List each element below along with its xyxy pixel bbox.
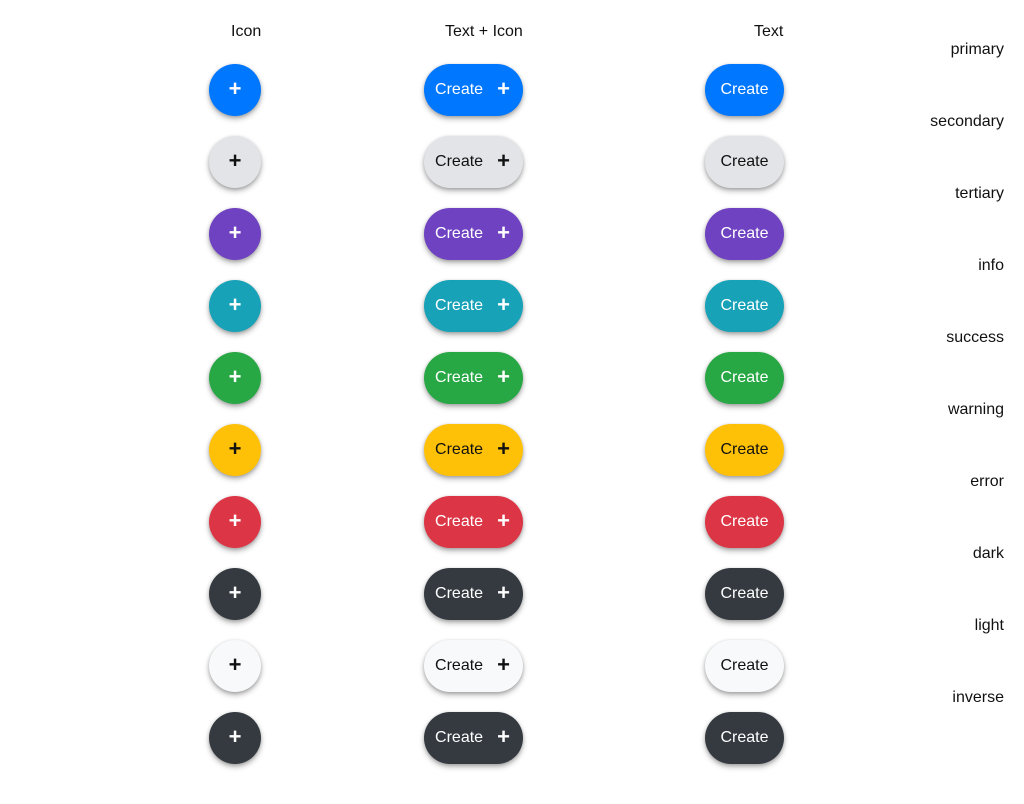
warning-text-button[interactable]: Create [705,424,784,476]
light-icon-button[interactable]: + [209,640,261,692]
button-grid: + Create + Create primary + Create + Create secon… [0,0,1024,804]
info-text-icon-button[interactable]: Create + [424,280,523,332]
button-label: Create [435,513,484,530]
tertiary-text-icon-button[interactable]: Create + [424,208,523,260]
plus-icon: + [497,508,510,533]
plus-icon: + [497,652,510,677]
warning-text-icon-button[interactable]: Create + [424,424,523,476]
variant-row-dark: + Create + Create dark [0,545,1024,620]
success-text-button[interactable]: Create [705,352,784,404]
inverse-icon-button[interactable]: + [209,712,261,764]
secondary-icon-button[interactable]: + [209,136,261,188]
plus-icon: + [228,436,242,461]
light-text-icon-button[interactable]: Create + [424,640,523,692]
variant-row-tertiary: + Create + Create tertiary [0,185,1024,260]
variant-label-success: success [946,329,1004,346]
button-label: Create [435,225,484,242]
plus-icon: + [497,220,510,245]
button-label: Create [720,153,769,170]
variant-label-tertiary: tertiary [955,185,1004,202]
plus-icon: + [228,364,242,389]
dark-text-button[interactable]: Create [705,568,784,620]
variant-row-info: + Create + Create info [0,257,1024,332]
button-label: Create [720,369,769,386]
button-label: Create [720,513,769,530]
variant-label-error: error [970,473,1004,490]
variant-row-inverse: + Create + Create inverse [0,689,1024,764]
tertiary-icon-button[interactable]: + [209,208,261,260]
plus-icon: + [228,724,242,749]
button-label: Create [435,81,484,98]
variant-label-secondary: secondary [930,113,1004,130]
button-label: Create [720,81,769,98]
button-label: Create [435,297,484,314]
inverse-text-icon-button[interactable]: Create + [424,712,523,764]
plus-icon: + [497,580,510,605]
dark-icon-button[interactable]: + [209,568,261,620]
button-label: Create [435,441,484,458]
error-text-button[interactable]: Create [705,496,784,548]
variant-label-primary: primary [950,41,1004,58]
variant-label-dark: dark [972,545,1004,562]
variant-label-inverse: inverse [952,689,1004,706]
warning-icon-button[interactable]: + [209,424,261,476]
plus-icon: + [497,436,510,461]
light-text-button[interactable]: Create [705,640,784,692]
button-label: Create [435,657,484,674]
plus-icon: + [497,364,510,389]
plus-icon: + [497,292,510,317]
variant-label-warning: warning [947,401,1004,418]
plus-icon: + [497,724,510,749]
button-label: Create [720,297,769,314]
plus-icon: + [228,580,242,605]
plus-icon: + [497,76,510,101]
button-label: Create [435,585,484,602]
tertiary-text-button[interactable]: Create [705,208,784,260]
info-text-button[interactable]: Create [705,280,784,332]
plus-icon: + [497,148,510,173]
button-label: Create [435,369,484,386]
button-label: Create [435,729,484,746]
primary-icon-button[interactable]: + [209,64,261,116]
variant-row-error: + Create + Create error [0,473,1024,548]
button-label: Create [720,225,769,242]
error-text-icon-button[interactable]: Create + [424,496,523,548]
inverse-text-button[interactable]: Create [705,712,784,764]
button-label: Create [435,153,484,170]
success-text-icon-button[interactable]: Create + [424,352,523,404]
button-label: Create [720,441,769,458]
plus-icon: + [228,292,242,317]
variant-row-success: + Create + Create success [0,329,1024,404]
variant-row-light: + Create + Create light [0,617,1024,692]
variant-row-warning: + Create + Create warning [0,401,1024,476]
button-label: Create [720,729,769,746]
plus-icon: + [228,220,242,245]
primary-text-icon-button[interactable]: Create + [424,64,523,116]
error-icon-button[interactable]: + [209,496,261,548]
dark-text-icon-button[interactable]: Create + [424,568,523,620]
plus-icon: + [228,652,242,677]
success-icon-button[interactable]: + [209,352,261,404]
secondary-text-button[interactable]: Create [705,136,784,188]
plus-icon: + [228,508,242,533]
variant-row-secondary: + Create + Create secondary [0,113,1024,188]
plus-icon: + [228,148,242,173]
info-icon-button[interactable]: + [209,280,261,332]
plus-icon: + [228,76,242,101]
primary-text-button[interactable]: Create [705,64,784,116]
button-label: Create [720,585,769,602]
variant-label-info: info [978,257,1004,274]
secondary-text-icon-button[interactable]: Create + [424,136,523,188]
variant-label-light: light [974,617,1004,634]
button-label: Create [720,657,769,674]
variant-row-primary: + Create + Create primary [0,41,1024,116]
